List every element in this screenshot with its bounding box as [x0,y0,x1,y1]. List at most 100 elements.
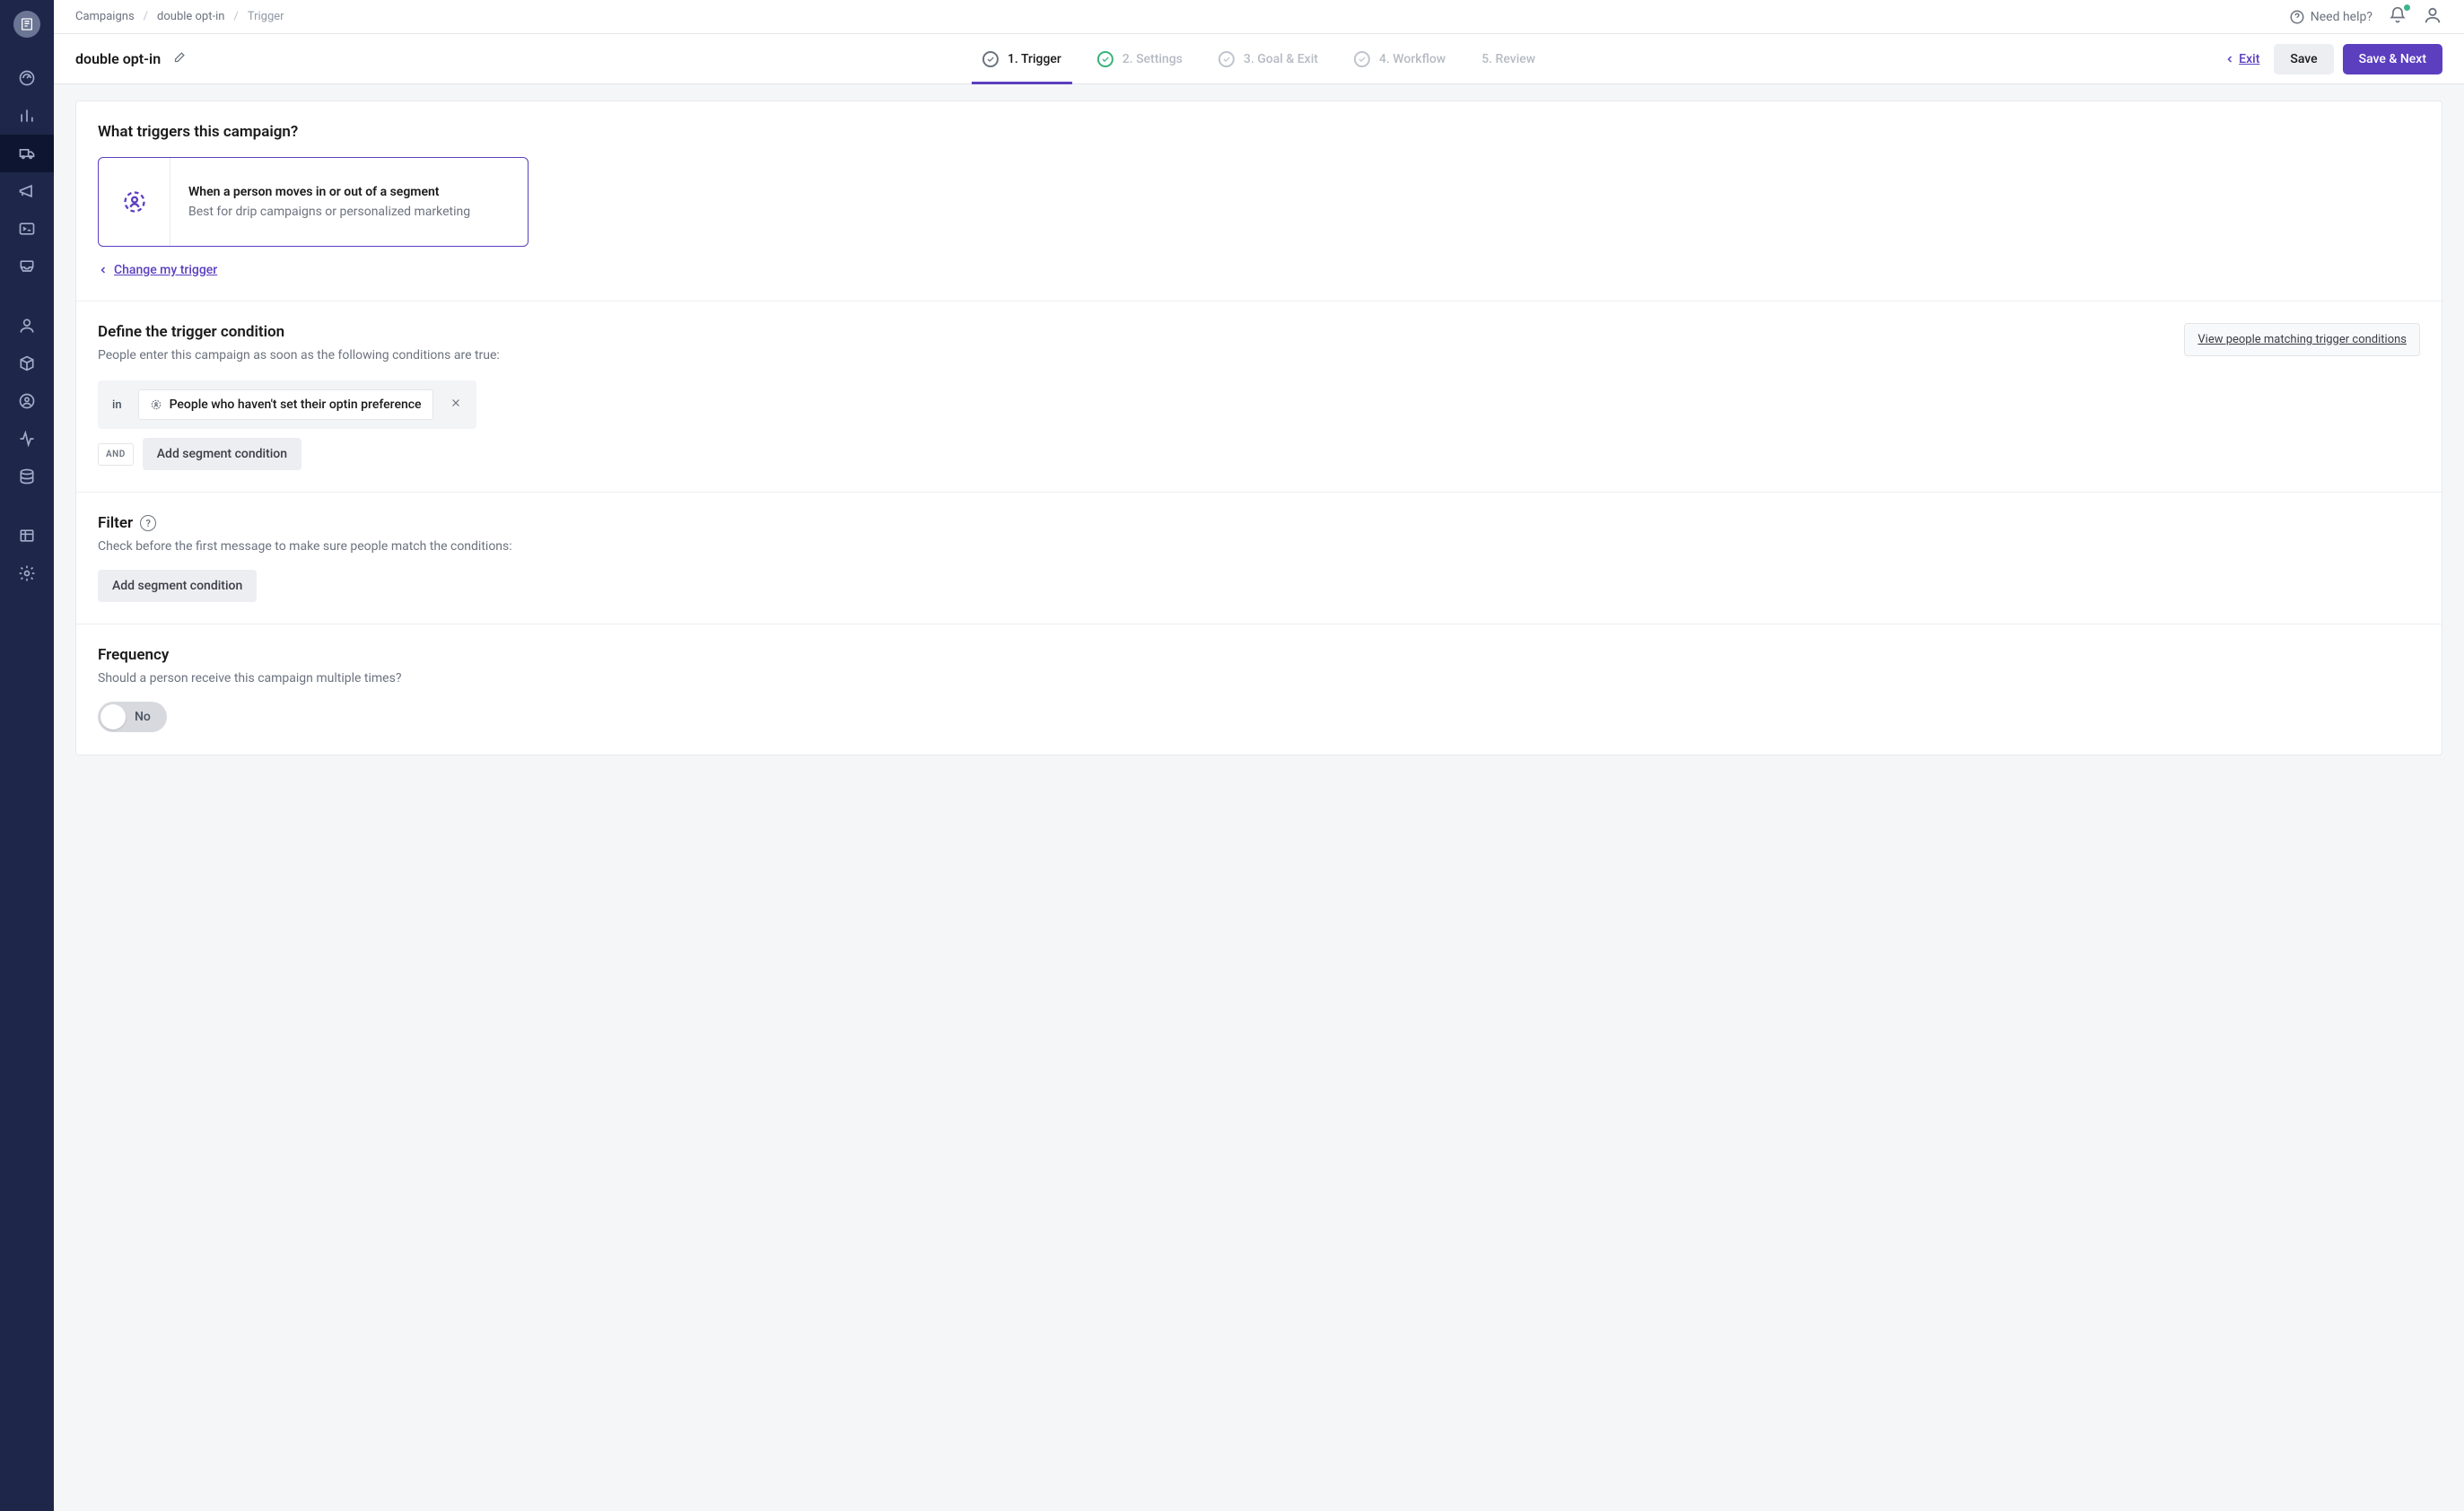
view-matching-link[interactable]: View people matching trigger conditions [2184,323,2420,356]
filter-heading: Filter [98,514,133,532]
segment-icon [150,398,162,411]
page-title: double opt-in [75,50,161,67]
step-label: 1. Trigger [1008,52,1062,66]
change-trigger-label: Change my trigger [114,263,217,277]
activity-icon [18,430,36,448]
user-icon [18,317,36,335]
filter-section: Filter ? Check before the first message … [76,493,2442,624]
condition-heading: Define the trigger condition [98,323,500,341]
filter-help-tooltip[interactable]: ? [140,515,156,531]
trigger-box-title: When a person moves in or out of a segme… [188,185,470,199]
notifications-button[interactable] [2389,6,2407,28]
step-settings[interactable]: 2. Settings [1097,51,1183,67]
left-sidebar [0,0,54,1511]
chevron-left-icon [98,265,109,275]
save-next-button[interactable]: Save & Next [2343,44,2442,74]
need-help-link[interactable]: Need help? [2289,9,2372,25]
sidebar-segments[interactable] [0,382,54,420]
condition-row: in People who haven't set their optin pr… [98,380,476,429]
sidebar-settings[interactable] [0,555,54,592]
check-icon [1101,55,1110,64]
step-trigger[interactable]: 1. Trigger [983,51,1062,67]
account-button[interactable] [2423,5,2442,29]
frequency-section: Frequency Should a person receive this c… [76,624,2442,755]
breadcrumb-parent[interactable]: double opt-in [157,10,224,23]
close-icon [450,397,462,409]
sidebar-transactional[interactable] [0,210,54,248]
exit-link[interactable]: Exit [2224,52,2259,66]
toggle-knob [100,704,126,729]
content-area: What triggers this campaign? When a pers… [54,84,2464,1511]
trigger-box-sub: Best for drip campaigns or personalized … [188,205,470,219]
steps-bar: double opt-in 1. Trigger 2. Settings 3. … [54,34,2464,84]
trigger-section: What triggers this campaign? When a pers… [76,101,2442,301]
condition-prefix: in [109,398,126,412]
add-filter-condition-button[interactable]: Add segment condition [98,570,257,602]
check-icon [1358,55,1367,64]
breadcrumb-sep: / [144,10,148,23]
inbox-icon [18,258,36,275]
frequency-subtext: Should a person receive this campaign mu… [98,671,2420,686]
chevron-left-icon [2224,54,2235,65]
user-icon [2423,5,2442,25]
terminal-icon [18,220,36,238]
gauge-icon [18,69,36,87]
breadcrumb-current: Trigger [248,10,284,23]
table-icon [18,527,36,545]
cube-icon [18,354,36,372]
frequency-toggle[interactable]: No [98,702,167,732]
step-goal-exit[interactable]: 3. Goal & Exit [1219,51,1318,67]
sidebar-broadcasts[interactable] [0,172,54,210]
step-review[interactable]: 5. Review [1481,52,1535,66]
sidebar-activity[interactable] [0,420,54,458]
step-label: 4. Workflow [1379,52,1446,66]
trigger-heading: What triggers this campaign? [98,123,2420,141]
truck-icon [18,144,36,162]
frequency-heading: Frequency [98,646,2420,664]
sidebar-data[interactable] [0,458,54,495]
segment-chip[interactable]: People who haven't set their optin prefe… [138,389,433,420]
step-label: 3. Goal & Exit [1244,52,1318,66]
step-label: 5. Review [1481,52,1535,66]
and-badge: AND [98,443,134,466]
condition-section: Define the trigger condition People ente… [76,301,2442,493]
segment-person-icon [122,189,147,214]
remove-condition-button[interactable] [446,393,466,416]
step-label: 2. Settings [1123,52,1183,66]
exit-label: Exit [2239,52,2259,66]
breadcrumb-sep: / [233,10,238,23]
step-workflow[interactable]: 4. Workflow [1354,51,1446,67]
workspace-logo[interactable] [13,11,40,38]
check-icon [986,55,995,64]
rename-button[interactable] [173,50,187,67]
top-breadcrumb-bar: Campaigns / double opt-in / Trigger Need… [54,0,2464,34]
target-user-icon [18,392,36,410]
sidebar-deliveries[interactable] [0,248,54,285]
gear-icon [18,564,36,582]
breadcrumb-root[interactable]: Campaigns [75,10,135,23]
sidebar-analytics[interactable] [0,97,54,135]
selected-trigger-card[interactable]: When a person moves in or out of a segme… [98,157,529,247]
help-circle-icon [2289,9,2305,25]
sidebar-campaigns[interactable] [0,135,54,172]
bar-chart-icon [18,107,36,125]
need-help-label: Need help? [2311,10,2372,24]
breadcrumb: Campaigns / double opt-in / Trigger [75,10,284,23]
pencil-icon [173,50,187,64]
notification-dot [2404,4,2410,11]
main-card: What triggers this campaign? When a pers… [75,100,2442,756]
segment-name: People who haven't set their optin prefe… [170,397,422,412]
add-segment-condition-button[interactable]: Add segment condition [143,438,301,470]
sidebar-people[interactable] [0,307,54,345]
change-trigger-link[interactable]: Change my trigger [98,263,217,277]
sidebar-collections[interactable] [0,517,54,555]
check-icon [1222,55,1231,64]
save-button[interactable]: Save [2274,44,2333,74]
sidebar-content[interactable] [0,345,54,382]
filter-subtext: Check before the first message to make s… [98,539,2420,554]
toggle-label: No [135,710,154,724]
megaphone-icon [18,182,36,200]
condition-subtext: People enter this campaign as soon as th… [98,348,500,362]
database-icon [18,467,36,485]
sidebar-dashboard[interactable] [0,59,54,97]
